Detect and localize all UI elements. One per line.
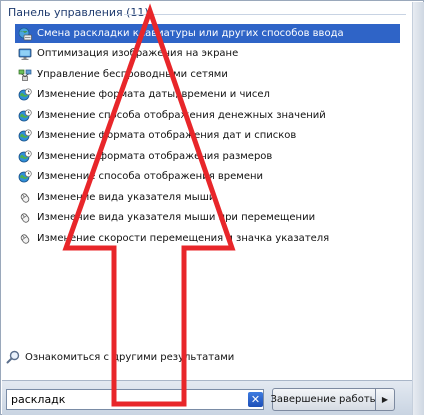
result-item-label: Изменение формата даты, времени и чисел (37, 89, 270, 100)
result-item[interactable]: Изменение вида указателя мыши (15, 188, 400, 207)
result-item[interactable]: Изменение способа отображения денежных з… (15, 106, 400, 125)
result-item[interactable]: Управление беспроводными сетями (15, 65, 400, 84)
globe-clock-icon (18, 128, 32, 143)
network-icon (18, 68, 32, 82)
triangle-right-icon: ▶ (381, 395, 389, 404)
magnifier-icon (6, 350, 20, 364)
result-item[interactable]: Изменение формата даты, времени и чисел (15, 85, 400, 104)
menu-right-pane-edge (412, 2, 424, 415)
result-item-label: Смена раскладки клавиатуры или других сп… (37, 28, 344, 39)
globe-clock-icon (18, 149, 32, 164)
result-item-label: Изменение способа отображения времени (37, 171, 264, 182)
result-item[interactable]: Изменение вида указателя мыши при переме… (15, 208, 400, 227)
group-header-divider (124, 14, 406, 15)
mouse-icon (18, 211, 32, 225)
clear-search-button[interactable]: ✕ (248, 392, 263, 407)
result-item[interactable]: Изменение формата отображения дат и спис… (15, 126, 400, 145)
see-more-results-link[interactable]: Ознакомиться с другими результатами (6, 348, 234, 366)
result-item-label: Изменение формата отображения дат и спис… (37, 130, 297, 141)
group-header-control-panel[interactable]: Панель управления (11) (8, 6, 149, 19)
globe-clock-icon (18, 87, 32, 102)
search-results-panel: Панель управления (11) Смена раскладки к… (2, 2, 412, 379)
see-more-results-label: Ознакомиться с другими результатами (25, 351, 235, 363)
result-item-label: Изменение вида указателя мыши (37, 192, 216, 203)
start-menu: Панель управления (11) Смена раскладки к… (0, 0, 424, 415)
close-icon: ✕ (250, 393, 261, 406)
result-item-label: Изменение формата отображения размеров (37, 151, 273, 162)
start-menu-bottom-bar: ✕ Завершение работы ▶ (2, 380, 412, 415)
result-item[interactable]: Оптимизация изображения на экране (15, 44, 400, 63)
result-item[interactable]: Смена раскладки клавиатуры или других сп… (15, 24, 400, 43)
result-item[interactable]: Изменение способа отображения времени (15, 167, 400, 186)
result-item-label: Изменение скорости перемещения и значка … (37, 233, 330, 244)
mouse-icon (18, 191, 32, 205)
result-item[interactable]: Изменение скорости перемещения и значка … (15, 229, 400, 248)
result-item-label: Управление беспроводными сетями (37, 69, 228, 80)
globe-clock-icon (18, 108, 32, 123)
display-icon (18, 47, 32, 61)
result-item-label: Оптимизация изображения на экране (37, 48, 239, 59)
result-item-label: Изменение способа отображения денежных з… (37, 110, 326, 121)
result-item[interactable]: Изменение формата отображения размеров (15, 147, 400, 166)
globe-clock-icon (18, 169, 32, 184)
mouse-icon (18, 232, 32, 246)
result-item-label: Изменение вида указателя мыши при переме… (37, 212, 316, 223)
shutdown-button[interactable]: Завершение работы (270, 388, 378, 411)
shutdown-options-button[interactable]: ▶ (375, 388, 395, 411)
search-input[interactable] (7, 390, 241, 409)
globe-keyboard-icon (18, 27, 32, 41)
search-box: ✕ (6, 389, 264, 410)
